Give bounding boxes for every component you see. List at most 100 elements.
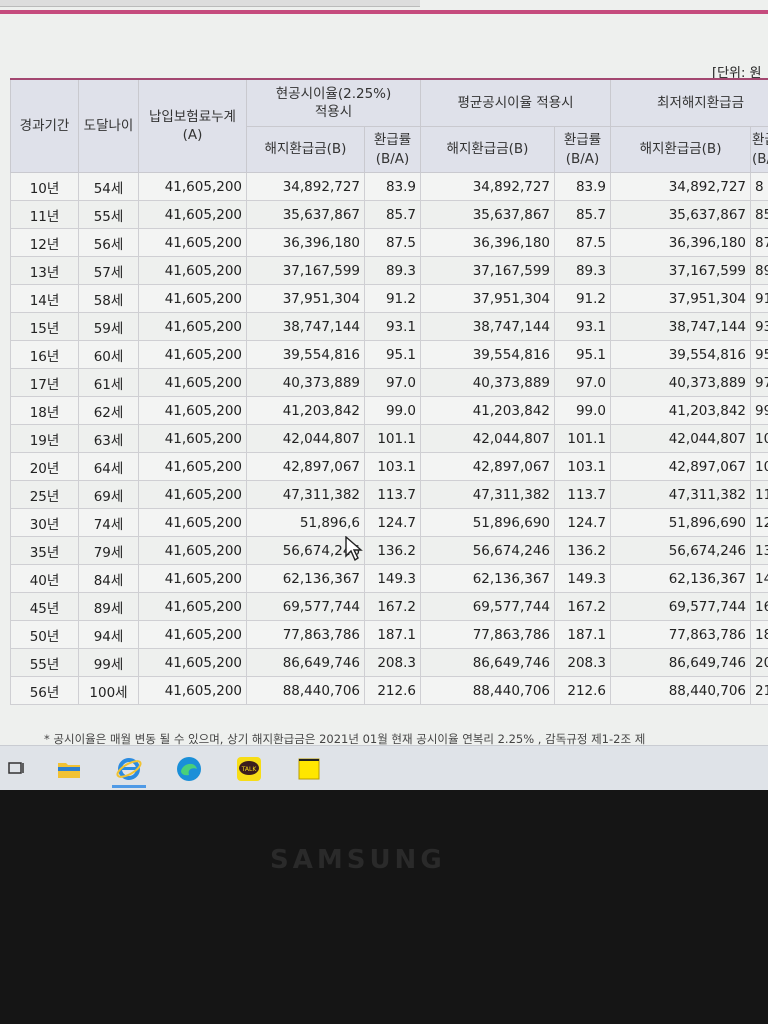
- average-ratio-cell: 89.3: [553, 256, 612, 285]
- average-ratio-cell: 99.0: [553, 396, 612, 425]
- current-refund-cell: 42,044,807: [246, 424, 365, 453]
- average-refund-cell: 39,554,816: [420, 340, 555, 369]
- premium-cell: 41,605,200: [138, 256, 247, 285]
- age-cell: 59세: [78, 312, 139, 341]
- top-window-edge: [0, 0, 420, 7]
- minimum-refund-cell: 86,649,746: [610, 648, 752, 677]
- minimum-ratio-cell: 208.3: [750, 648, 768, 677]
- col-ratio-header: 환급 (B/: [750, 126, 768, 173]
- monitor-brand-logo: SAMSUNG: [270, 845, 446, 875]
- minimum-ratio-cell: 124.7: [750, 508, 768, 537]
- minimum-ratio-cell: 136.2: [750, 536, 768, 565]
- edge-icon[interactable]: [172, 753, 206, 785]
- average-refund-cell: 35,637,867: [420, 200, 555, 229]
- file-explorer-icon[interactable]: [52, 753, 86, 785]
- premium-cell: 41,605,200: [138, 200, 247, 229]
- period-cell: 12년: [10, 228, 79, 257]
- average-ratio-cell: 136.2: [553, 536, 612, 565]
- minimum-refund-cell: 77,863,786: [610, 620, 752, 649]
- current-refund-cell: 69,577,744: [246, 592, 365, 621]
- premium-cell: 41,605,200: [138, 648, 247, 677]
- minimum-ratio-cell: 85: [750, 200, 768, 229]
- age-cell: 94세: [78, 620, 139, 649]
- group-average-rate-header: 평균공시이율 적용시: [419, 78, 612, 127]
- average-refund-cell: 42,897,067: [420, 452, 555, 481]
- period-cell: 10년: [10, 172, 79, 201]
- average-ratio-cell: 187.1: [553, 620, 612, 649]
- current-ratio-cell: 91.2: [364, 284, 421, 313]
- premium-cell: 41,605,200: [138, 620, 247, 649]
- premium-cell: 41,605,200: [138, 592, 247, 621]
- sticky-notes-icon[interactable]: [292, 753, 326, 785]
- current-refund-cell: 35,637,867: [246, 200, 365, 229]
- age-cell: 69세: [78, 480, 139, 509]
- current-refund-cell: 47,311,382: [246, 480, 365, 509]
- table-row: 18년 62세 41,605,200 41,203,842 99.0 41,203,842…: [10, 396, 768, 425]
- average-refund-cell: 47,311,382: [420, 480, 555, 509]
- screen: [단위: 원 경과기간 도달나이 납입보험료누계 (A) 현공시이율(2.25%…: [0, 0, 768, 790]
- minimum-ratio-cell: 101.1: [750, 424, 768, 453]
- table-row: 12년 56세 41,605,200 36,396,180 87.5 36,396,180…: [10, 228, 768, 257]
- current-ratio-cell: 167.2: [364, 592, 421, 621]
- average-refund-cell: 37,167,599: [420, 256, 555, 285]
- age-cell: 64세: [78, 452, 139, 481]
- period-cell: 25년: [10, 480, 79, 509]
- window-icon[interactable]: [0, 753, 34, 785]
- age-cell: 54세: [78, 172, 139, 201]
- table-row: 14년 58세 41,605,200 37,951,304 91.2 37,951,304…: [10, 284, 768, 313]
- period-cell: 14년: [10, 284, 79, 313]
- table-row: 19년 63세 41,605,200 42,044,807 101.1 42,044,80…: [10, 424, 768, 453]
- minimum-refund-cell: 37,951,304: [610, 284, 752, 313]
- table-row: 56년 100세 41,605,200 88,440,706 212.6 88,440,7…: [10, 676, 768, 705]
- current-refund-cell: 39,554,816: [246, 340, 365, 369]
- col-ratio-header: 환급률 (B/A): [553, 126, 612, 173]
- minimum-refund-cell: 56,674,246: [610, 536, 752, 565]
- age-cell: 56세: [78, 228, 139, 257]
- period-cell: 17년: [10, 368, 79, 397]
- minimum-ratio-cell: 103.1: [750, 452, 768, 481]
- average-ratio-cell: 101.1: [553, 424, 612, 453]
- minimum-ratio-cell: 97.0: [750, 368, 768, 397]
- table-row: 10년 54세 41,605,200 34,892,727 83.9 34,892,727…: [10, 172, 768, 201]
- premium-cell: 41,605,200: [138, 228, 247, 257]
- col-refund-header: 해지환급금(B): [610, 126, 752, 173]
- current-ratio-cell: 103.1: [364, 452, 421, 481]
- period-cell: 15년: [10, 312, 79, 341]
- average-ratio-cell: 103.1: [553, 452, 612, 481]
- current-ratio-cell: 97.0: [364, 368, 421, 397]
- minimum-ratio-cell: 8: [750, 172, 768, 201]
- average-refund-cell: 37,951,304: [420, 284, 555, 313]
- kakaotalk-icon[interactable]: TALK: [232, 753, 266, 785]
- period-cell: 45년: [10, 592, 79, 621]
- current-refund-cell: 88,440,706: [246, 676, 365, 705]
- table-row: 40년 84세 41,605,200 62,136,367 149.3 62,136,36…: [10, 564, 768, 593]
- average-refund-cell: 36,396,180: [420, 228, 555, 257]
- age-cell: 57세: [78, 256, 139, 285]
- table-row: 35년 79세 41,605,200 56,674,246 136.2 56,674,24…: [10, 536, 768, 565]
- current-ratio-cell: 83.9: [364, 172, 421, 201]
- current-refund-cell: 77,863,786: [246, 620, 365, 649]
- average-refund-cell: 56,674,246: [420, 536, 555, 565]
- current-ratio-cell: 187.1: [364, 620, 421, 649]
- average-ratio-cell: 95.1: [553, 340, 612, 369]
- current-ratio-cell: 124.7: [364, 508, 421, 537]
- age-cell: 100세: [78, 676, 139, 705]
- age-cell: 62세: [78, 396, 139, 425]
- current-ratio-cell: 95.1: [364, 340, 421, 369]
- taskbar: TALK: [0, 745, 768, 790]
- age-cell: 74세: [78, 508, 139, 537]
- premium-cell: 41,605,200: [138, 508, 247, 537]
- premium-cell: 41,605,200: [138, 368, 247, 397]
- average-refund-cell: 40,373,889: [420, 368, 555, 397]
- premium-cell: 41,605,200: [138, 340, 247, 369]
- refund-table-body: 10년 54세 41,605,200 34,892,727 83.9 34,892,727…: [10, 172, 768, 705]
- col-refund-header: 해지환급금(B): [420, 126, 555, 173]
- current-ratio-cell: 136.2: [364, 536, 421, 565]
- table-row: 17년 61세 41,605,200 40,373,889 97.0 40,373,889…: [10, 368, 768, 397]
- age-cell: 60세: [78, 340, 139, 369]
- minimum-refund-cell: 62,136,367: [610, 564, 752, 593]
- internet-explorer-icon[interactable]: [112, 753, 146, 788]
- table-row: 15년 59세 41,605,200 38,747,144 93.1 38,747,144…: [10, 312, 768, 341]
- average-ratio-cell: 212.6: [553, 676, 612, 705]
- average-refund-cell: 42,044,807: [420, 424, 555, 453]
